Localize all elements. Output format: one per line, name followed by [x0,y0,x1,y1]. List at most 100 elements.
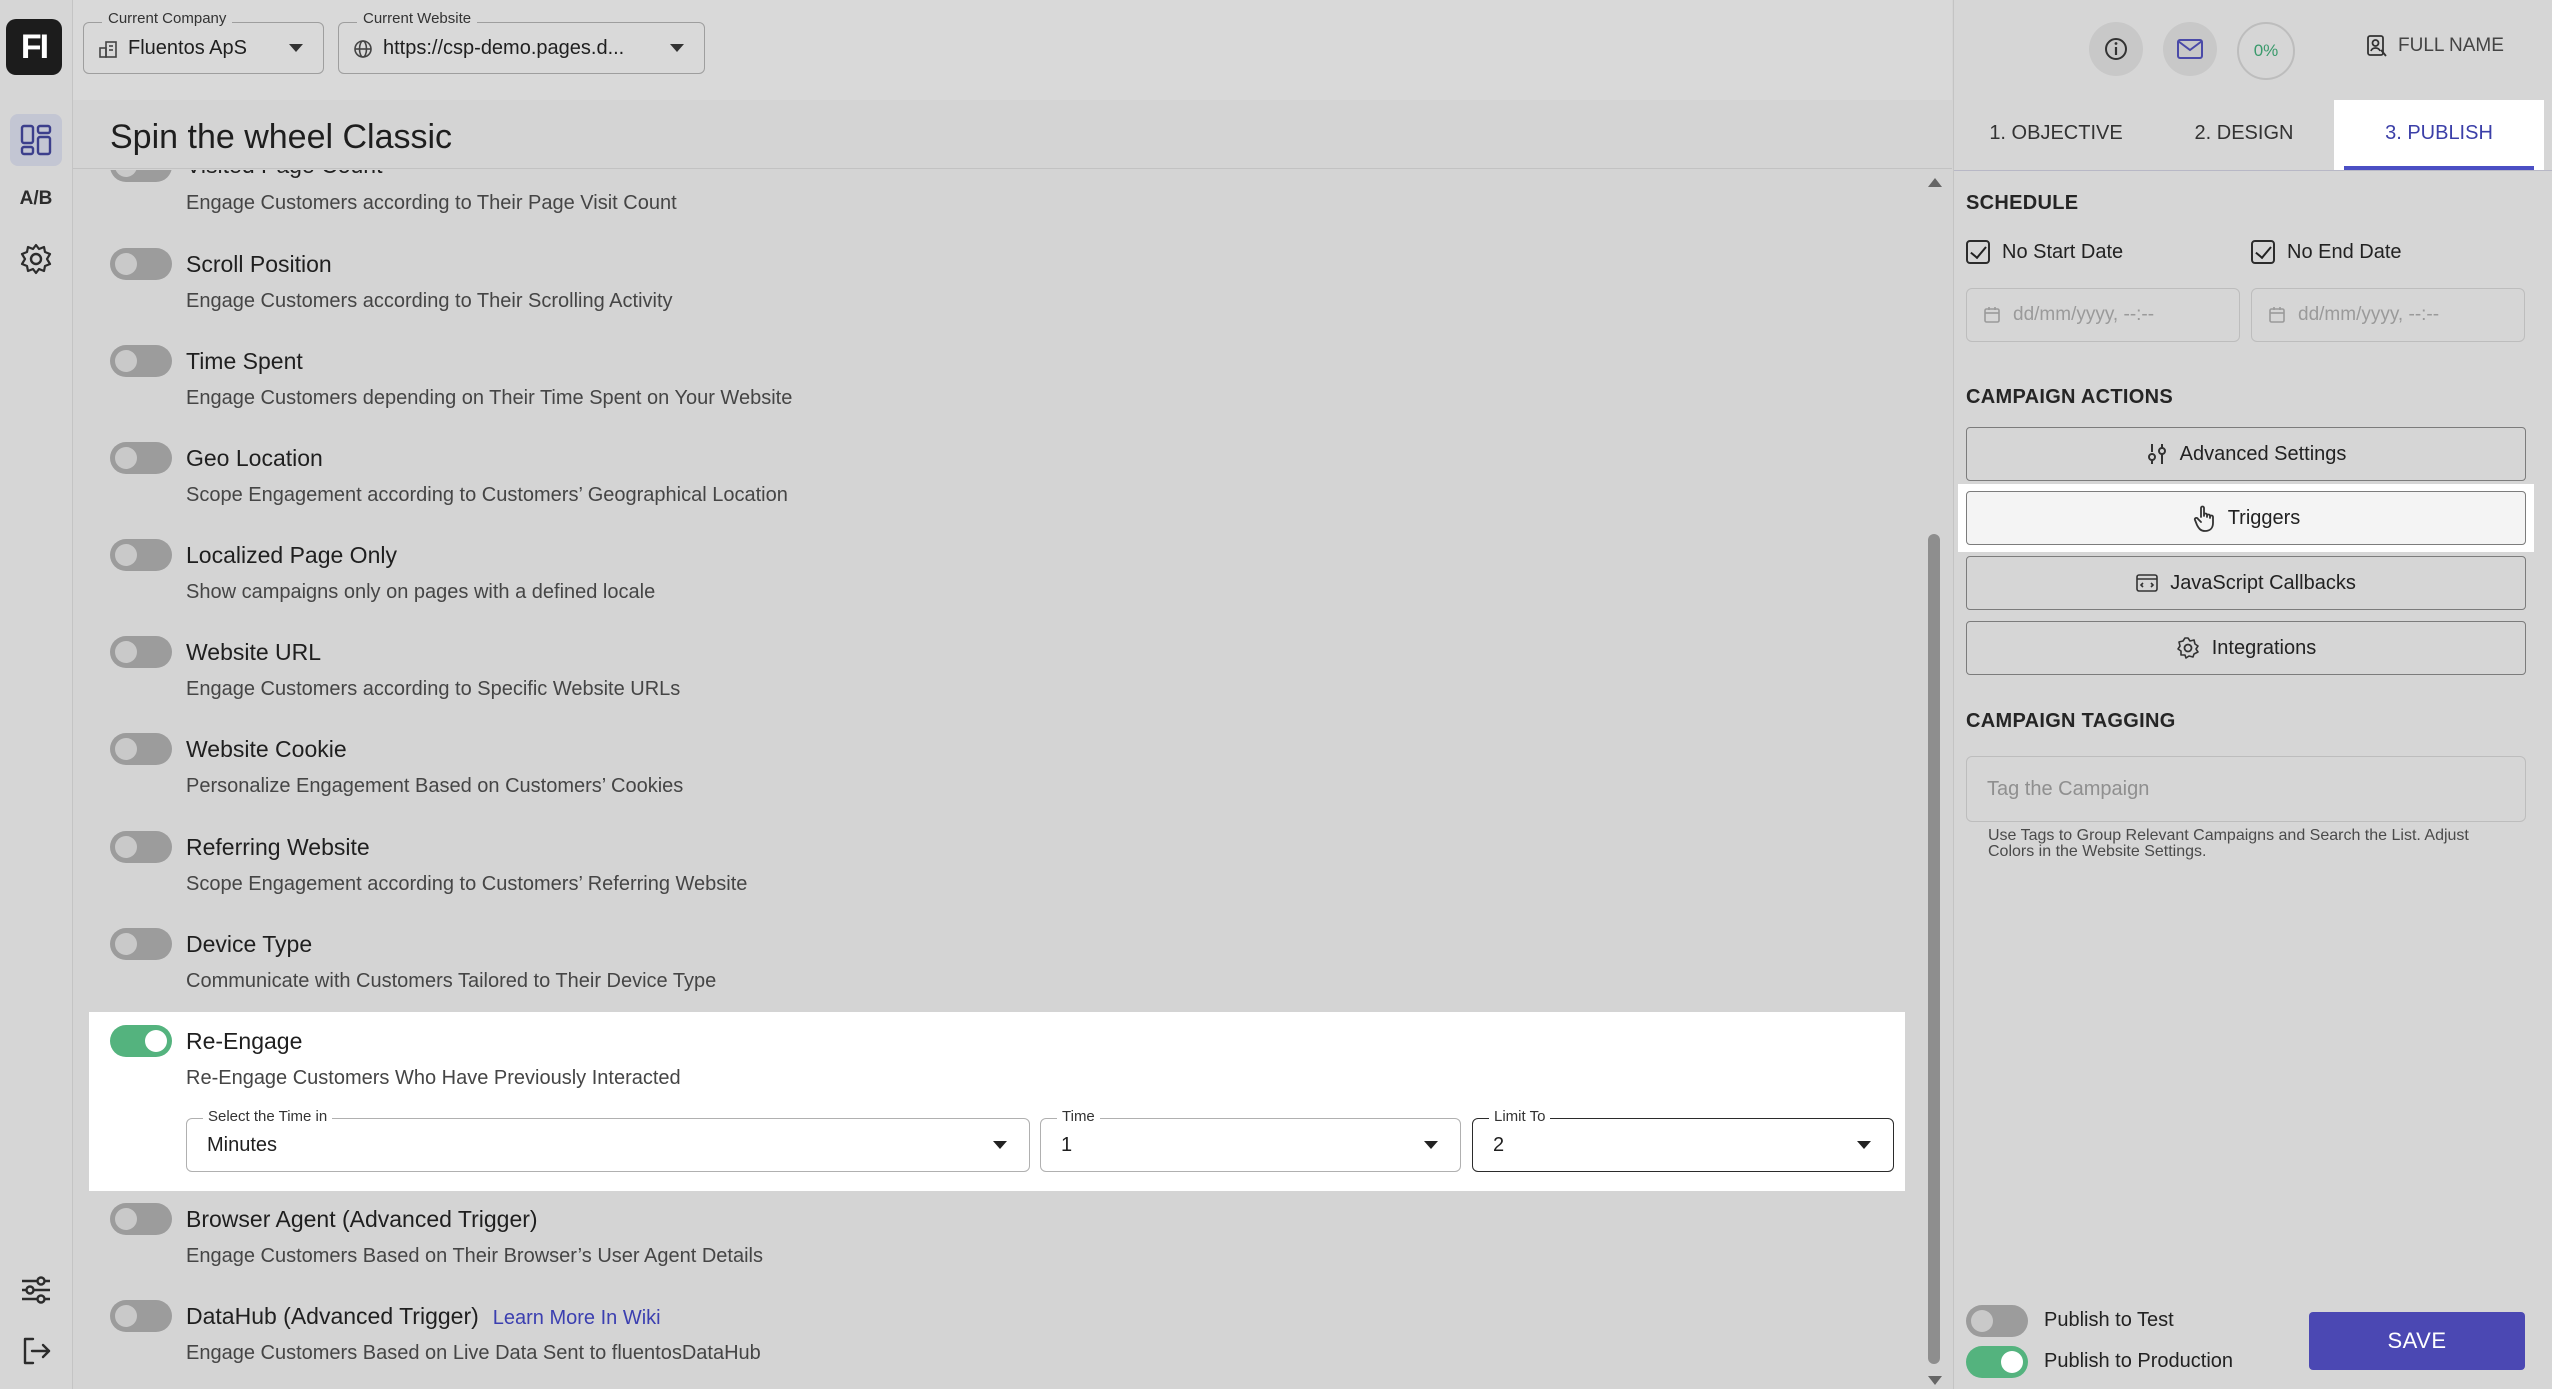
main-content: Current Company Fluentos ApS Current Web… [73,0,1952,1389]
toggle-device-type[interactable] [110,928,172,960]
time-unit-label: Select the Time in [203,1108,333,1125]
end-date-input[interactable]: dd/mm/yyyy, --:-- [2251,288,2525,342]
page-title: Spin the wheel Classic [110,118,453,156]
trigger-name: Re-Engage [186,1028,303,1054]
chevron-down-icon [670,44,684,52]
trigger-name: Website URL [186,639,322,665]
trigger-desc: Engage Customers according to Their Scro… [186,290,673,312]
limit-select[interactable]: Limit To 2 [1472,1108,1894,1172]
toggle-scroll-position[interactable] [110,248,172,280]
chevron-down-icon [1857,1141,1871,1149]
website-select[interactable]: Current Website https://csp-demo.pages.d… [338,10,705,74]
trigger-name: Geo Location [186,445,323,471]
integrations-button[interactable]: Integrations [1966,621,2526,675]
trigger-name: Scroll Position [186,251,332,277]
time-value: 1 [1061,1134,1073,1156]
triggers-label: Triggers [2227,506,2301,529]
website-select-value: https://csp-demo.pages.d... [383,37,625,59]
publish-to-test-toggle[interactable] [1966,1305,2028,1337]
tab-design[interactable]: 2. DESIGN [2154,100,2334,170]
logout-icon[interactable] [10,1325,62,1377]
mail-icon[interactable] [2163,22,2217,76]
tag-help-text: Use Tags to Group Relevant Campaigns and… [1988,827,2469,860]
user-name: FULL NAME [2398,35,2504,56]
scrollbar[interactable] [1925,172,1943,1389]
ab-test-button[interactable]: A/B [10,173,62,225]
pointer-hand-icon [2193,505,2214,532]
save-button[interactable]: SAVE [2309,1312,2525,1370]
scroll-up-arrow-icon[interactable] [1928,178,1942,187]
dashboard-icon[interactable] [10,114,62,166]
trigger-desc: Engage Customers according to Specific W… [186,678,681,700]
toggle-visited-page-count[interactable] [110,170,172,182]
publish-to-production-toggle[interactable] [1966,1346,2028,1378]
limit-value: 2 [1493,1134,1505,1156]
trigger-name: Visited Page Count [186,170,383,179]
sliders-icon[interactable] [10,1264,62,1316]
trigger-name: Time Spent [186,348,303,374]
toggle-localized-page-only[interactable] [110,539,172,571]
publish-to-test-label: Publish to Test [2044,1309,2174,1331]
toggle-datahub[interactable] [110,1300,172,1332]
toggle-referring-website[interactable] [110,831,172,863]
progress-indicator: 0% [2237,22,2295,80]
info-icon[interactable] [2089,22,2143,76]
trigger-desc: Re-Engage Customers Who Have Previously … [186,1067,681,1089]
gear-icon [2176,637,2199,659]
learn-more-wiki-link[interactable]: Learn More In Wiki [493,1307,661,1329]
trigger-desc: Engage Customers Based on Live Data Sent… [186,1342,761,1364]
trigger-name: Device Type [186,931,313,957]
triggers-button[interactable]: Triggers [1966,491,2526,545]
toggle-browser-agent[interactable] [110,1203,172,1235]
trigger-desc: Scope Engagement according to Customers’… [186,484,788,506]
scrollbar-thumb[interactable] [1928,534,1940,1364]
trigger-list: Visited Page Count Engage Customers acco… [73,170,1923,1389]
trigger-name-row: DataHub (Advanced Trigger) Learn More In … [186,1303,661,1330]
time-select[interactable]: Time 1 [1040,1108,1461,1172]
end-date-placeholder: dd/mm/yyyy, --:-- [2298,304,2440,325]
toggle-website-url[interactable] [110,636,172,668]
schedule-heading: SCHEDULE [1966,192,2079,214]
trigger-name: Referring Website [186,834,370,860]
tab-objective[interactable]: 1. OBJECTIVE [1966,100,2146,170]
top-bar: Current Company Fluentos ApS Current Web… [73,0,1952,100]
calendar-icon [2269,307,2285,323]
time-unit-select[interactable]: Select the Time in Minutes [186,1108,1030,1172]
globe-icon [354,40,372,58]
calendar-icon [1984,307,2000,323]
trigger-desc: Personalize Engagement Based on Customer… [186,775,684,797]
code-window-icon [2136,574,2158,592]
settings-gear-icon[interactable] [10,233,62,285]
toggle-geo-location[interactable] [110,442,172,474]
chevron-down-icon [289,44,303,52]
tag-input[interactable]: Tag the Campaign [1966,756,2526,822]
javascript-callbacks-button[interactable]: JavaScript Callbacks [1966,556,2526,610]
toggle-website-cookie[interactable] [110,733,172,765]
trigger-desc: Show campaigns only on pages with a defi… [186,581,656,603]
no-end-date-checkbox[interactable]: No End Date [2251,240,2402,264]
no-end-date-label: No End Date [2287,240,2402,263]
javascript-callbacks-label: JavaScript Callbacks [2170,571,2356,594]
scroll-down-arrow-icon[interactable] [1928,1376,1942,1385]
user-menu[interactable]: FULL NAME [2366,34,2504,58]
trigger-desc: Communicate with Customers Tailored to T… [186,970,717,992]
user-badge-icon [2367,35,2387,57]
toggle-time-spent[interactable] [110,345,172,377]
website-select-label: Current Website [357,10,478,27]
company-select[interactable]: Current Company Fluentos ApS [83,10,324,74]
divider [73,168,1952,169]
trigger-name: Localized Page Only [186,542,397,568]
advanced-settings-button[interactable]: Advanced Settings [1966,427,2526,481]
company-icon [99,41,117,58]
right-header: 0% FULL NAME [1954,0,2552,96]
app-logo[interactable]: FI [6,19,62,75]
tab-publish[interactable]: 3. PUBLISH [2334,100,2544,170]
chevron-down-icon [1424,1141,1438,1149]
start-date-input[interactable]: dd/mm/yyyy, --:-- [1966,288,2240,342]
toggle-re-engage[interactable] [110,1025,172,1057]
time-label: Time [1057,1108,1100,1125]
right-panel: 0% FULL NAME 1. OBJECTIVE 2. DESIGN 3. P… [1953,0,2552,1389]
no-start-date-checkbox[interactable]: No Start Date [1966,240,2123,264]
checkbox-checked-icon [2251,240,2275,264]
start-date-placeholder: dd/mm/yyyy, --:-- [2013,304,2155,325]
